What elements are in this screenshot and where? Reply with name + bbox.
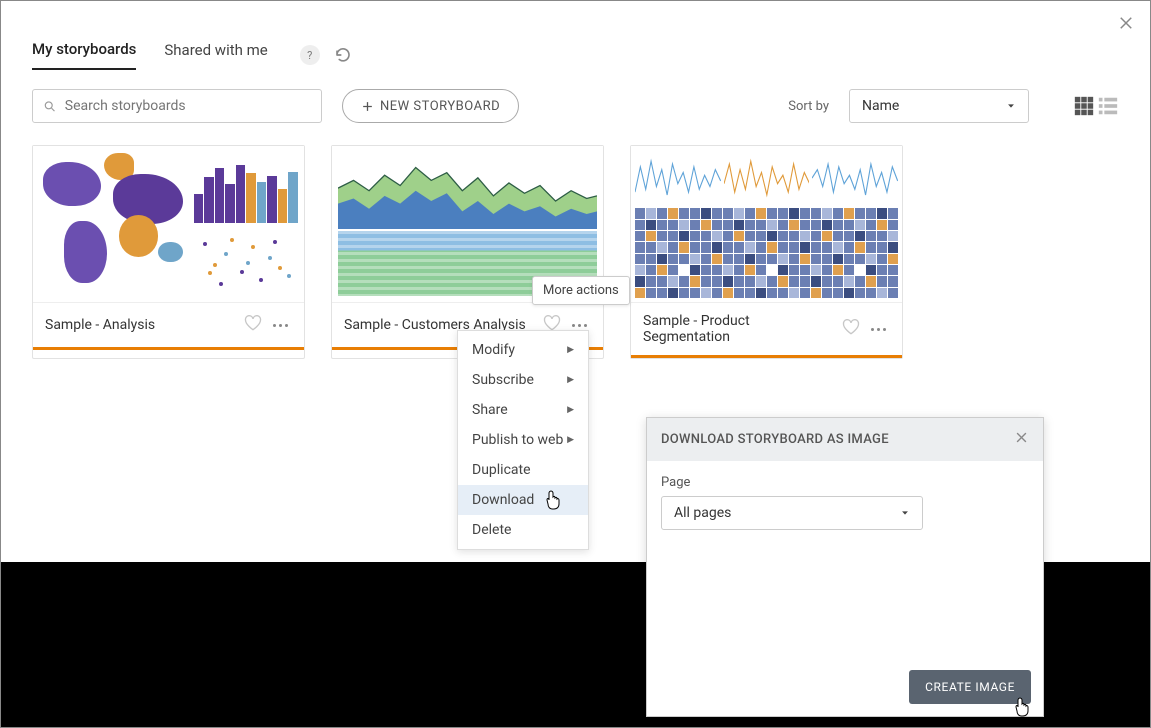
create-image-button[interactable]: CREATE IMAGE <box>909 670 1031 704</box>
context-menu: Modify ▶ Subscribe ▶ Share ▶ Publish to web… <box>457 330 589 550</box>
search-input-wrap[interactable] <box>32 89 322 123</box>
card-accent-bar <box>631 355 902 358</box>
storyboard-card[interactable]: Sample - Analysis <box>32 145 305 359</box>
chevron-down-icon <box>1006 101 1016 111</box>
close-icon[interactable] <box>1014 430 1029 449</box>
card-thumbnail <box>631 146 902 302</box>
card-thumbnail <box>33 146 304 302</box>
storyboard-card[interactable]: Sample - Customers Analysis <box>331 145 604 359</box>
menu-label: Subscribe <box>472 372 534 388</box>
new-storyboard-label: NEW STORYBOARD <box>380 99 500 114</box>
more-actions-icon[interactable] <box>568 320 591 331</box>
menu-delete[interactable]: Delete <box>458 515 588 545</box>
modal-title: DOWNLOAD STORYBOARD AS IMAGE <box>661 432 889 447</box>
more-actions-icon[interactable] <box>269 320 292 331</box>
close-icon[interactable] <box>1117 14 1135 36</box>
card-accent-bar <box>33 347 304 350</box>
menu-label: Duplicate <box>472 462 531 478</box>
menu-label: Share <box>472 402 508 418</box>
favorite-icon[interactable] <box>841 317 861 341</box>
search-input[interactable] <box>65 98 311 114</box>
list-view-icon[interactable] <box>1097 95 1119 117</box>
menu-download[interactable]: Download <box>458 485 588 515</box>
tab-bar: My storyboards Shared with me ? <box>0 0 1151 71</box>
download-modal: DOWNLOAD STORYBOARD AS IMAGE Page All pa… <box>646 417 1044 717</box>
menu-subscribe[interactable]: Subscribe ▶ <box>458 365 588 395</box>
menu-share[interactable]: Share ▶ <box>458 395 588 425</box>
help-icon[interactable]: ? <box>300 45 320 65</box>
sort-select[interactable]: Name <box>849 89 1029 123</box>
sort-value: Name <box>862 98 899 114</box>
menu-label: Modify <box>472 342 515 358</box>
more-actions-icon[interactable] <box>867 324 890 335</box>
view-toggle <box>1073 95 1119 117</box>
menu-publish[interactable]: Publish to web ▶ <box>458 425 588 455</box>
menu-label: Delete <box>472 522 511 538</box>
chevron-right-icon: ▶ <box>567 345 574 355</box>
new-storyboard-button[interactable]: NEW STORYBOARD <box>342 89 519 123</box>
search-icon <box>43 99 57 114</box>
sort-label: Sort by <box>788 99 829 114</box>
tooltip-more-actions: More actions <box>532 276 630 305</box>
menu-label: Download <box>472 492 534 508</box>
card-title: Sample - Product Segmentation <box>643 313 835 345</box>
menu-modify[interactable]: Modify ▶ <box>458 335 588 365</box>
page-select[interactable]: All pages <box>661 496 923 530</box>
chevron-right-icon: ▶ <box>567 405 574 415</box>
card-title: Sample - Analysis <box>45 317 237 333</box>
chevron-right-icon: ▶ <box>567 435 574 445</box>
chevron-down-icon <box>900 508 910 518</box>
tab-shared-with-me[interactable]: Shared with me <box>164 41 267 69</box>
chevron-right-icon: ▶ <box>567 375 574 385</box>
page-label: Page <box>661 475 1029 490</box>
plus-icon <box>361 100 374 113</box>
grid-view-icon[interactable] <box>1073 95 1095 117</box>
refresh-icon[interactable] <box>334 46 352 64</box>
menu-duplicate[interactable]: Duplicate <box>458 455 588 485</box>
tab-my-storyboards[interactable]: My storyboards <box>32 40 136 70</box>
page-value: All pages <box>674 505 731 521</box>
menu-label: Publish to web <box>472 432 563 448</box>
favorite-icon[interactable] <box>243 313 263 337</box>
toolbar: NEW STORYBOARD Sort by Name <box>0 71 1151 123</box>
storyboard-card[interactable]: Sample - Product Segmentation <box>630 145 903 359</box>
